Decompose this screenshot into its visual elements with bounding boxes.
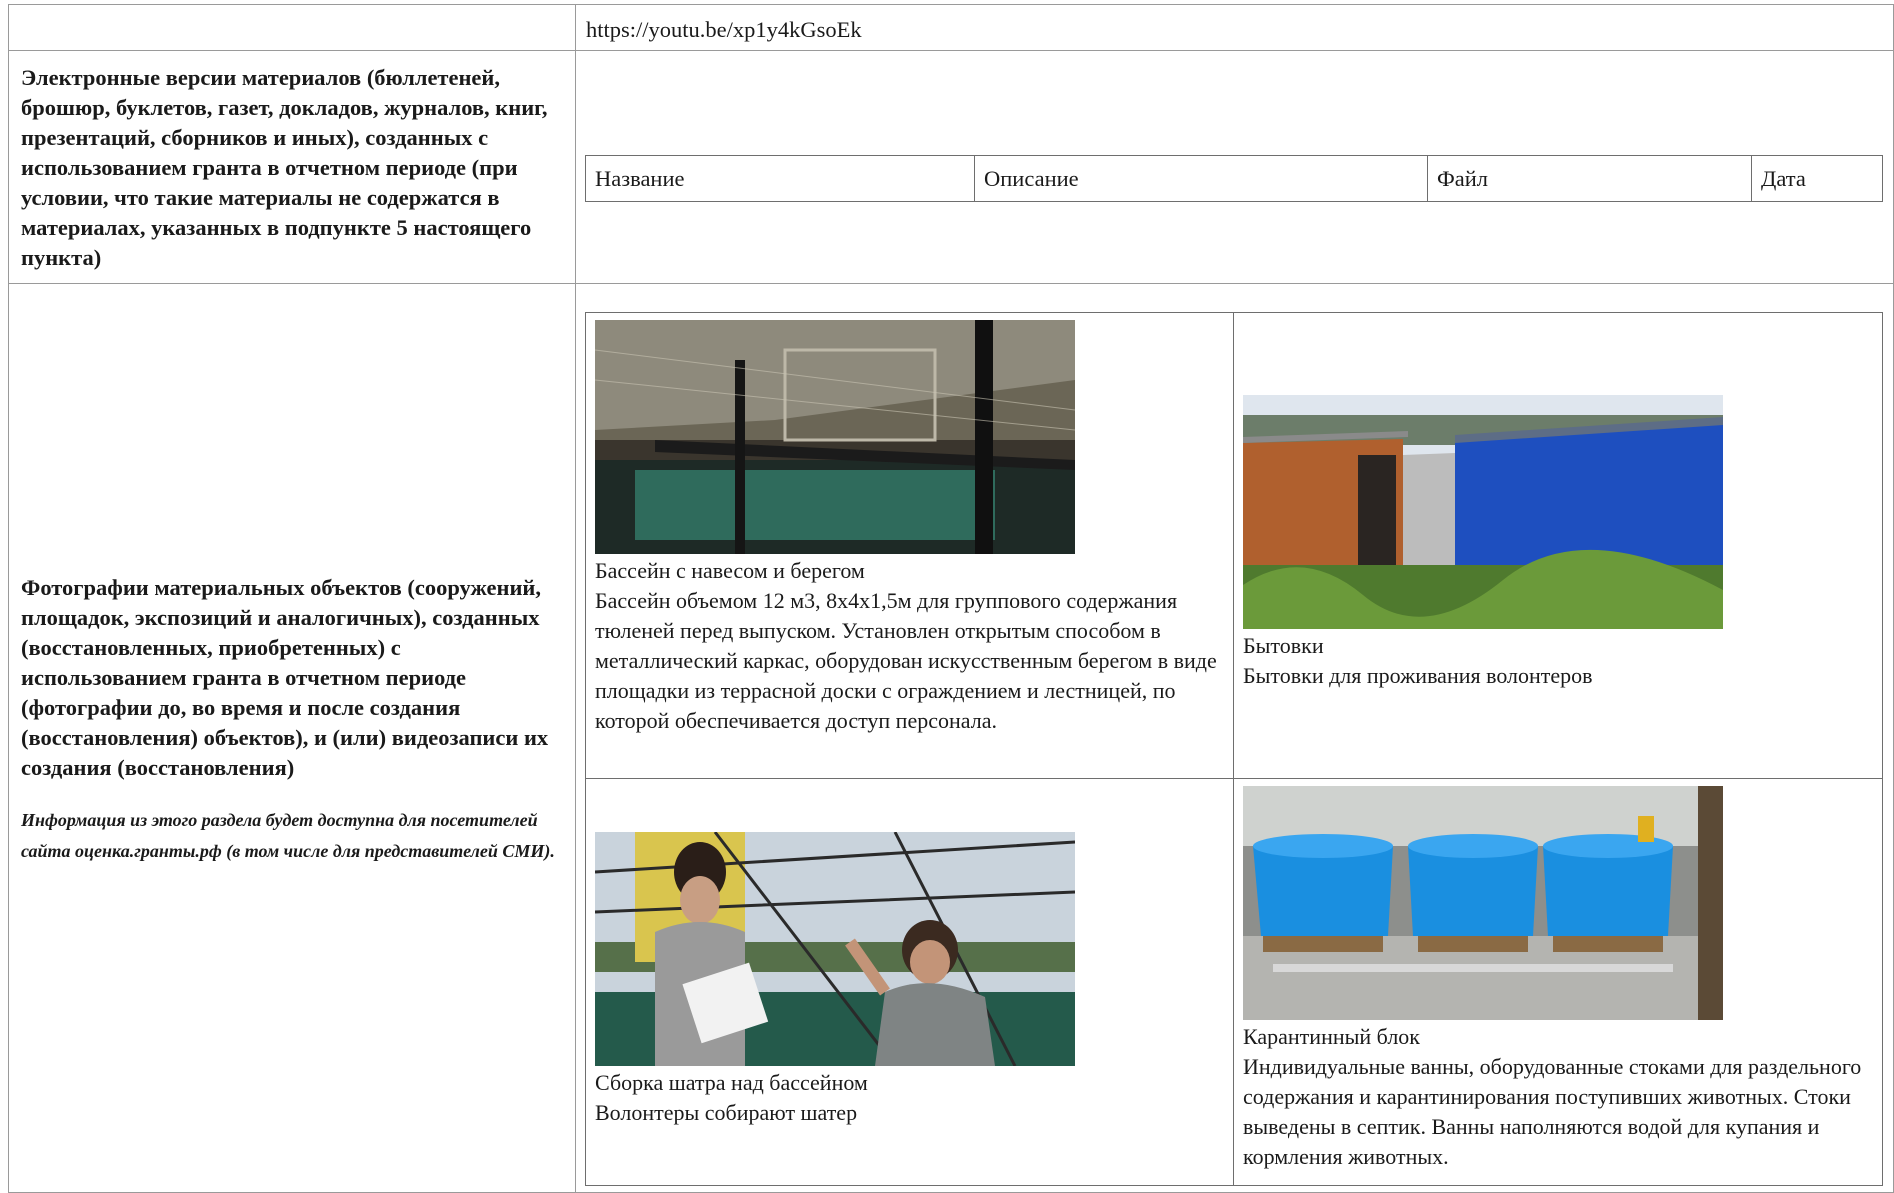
photo-card: Бытовки Бытовки для проживания волонтеро… bbox=[1234, 313, 1882, 779]
photo-gallery: Бассейн с навесом и берегом Бассейн объе… bbox=[585, 312, 1883, 1186]
column-file: Файл bbox=[1427, 155, 1752, 202]
photo-title: Карантинный блок bbox=[1243, 1024, 1420, 1049]
photos-label-cell: Фотографии материальных объектов (сооруж… bbox=[8, 283, 576, 1193]
photo-caption: Карантинный блок Индивидуальные ванны, о… bbox=[1243, 1022, 1874, 1172]
photos-label: Фотографии материальных объектов (сооруж… bbox=[21, 575, 549, 780]
video-link[interactable]: https://youtu.be/xp1y4kGsoEk bbox=[586, 17, 862, 43]
photo-card: Карантинный блок Индивидуальные ванны, о… bbox=[1234, 779, 1882, 1185]
column-date: Дата bbox=[1751, 155, 1883, 202]
column-description: Описание bbox=[974, 155, 1428, 202]
materials-table: Название Описание Файл Дата bbox=[585, 155, 1883, 202]
photo-description: Индивидуальные ванны, оборудованные сток… bbox=[1243, 1054, 1862, 1169]
photo-card: Сборка шатра над бассейном Волонтеры соб… bbox=[586, 779, 1234, 1185]
photo-card: Бассейн с навесом и берегом Бассейн объе… bbox=[586, 313, 1234, 779]
materials-table-cell: Название Описание Файл Дата bbox=[575, 50, 1894, 284]
photo-description: Волонтеры собирают шатер bbox=[595, 1100, 858, 1125]
photos-cell: Бассейн с навесом и берегом Бассейн объе… bbox=[575, 283, 1894, 1193]
materials-label: Электронные версии материалов (бюллетене… bbox=[21, 65, 548, 270]
materials-header-row: Название Описание Файл Дата bbox=[585, 155, 1883, 202]
photo-title: Бассейн с навесом и берегом bbox=[595, 558, 865, 583]
pool-with-canopy-photo[interactable] bbox=[595, 320, 1075, 554]
photo-description: Бассейн объемом 12 м3, 8х4х1,5м для груп… bbox=[595, 588, 1217, 733]
cabins-photo[interactable] bbox=[1243, 395, 1723, 629]
report-table: https://youtu.be/xp1y4kGsoEk Электронные… bbox=[8, 4, 1894, 1193]
photo-title: Бытовки bbox=[1243, 633, 1324, 658]
column-name: Название bbox=[585, 155, 975, 202]
quarantine-tubs-photo[interactable] bbox=[1243, 786, 1723, 1020]
photo-caption: Бытовки Бытовки для проживания волонтеро… bbox=[1243, 631, 1874, 691]
photo-caption: Сборка шатра над бассейном Волонтеры соб… bbox=[595, 1068, 1225, 1128]
video-link-cell: https://youtu.be/xp1y4kGsoEk bbox=[575, 4, 1894, 51]
tent-assembly-photo[interactable] bbox=[595, 832, 1075, 1066]
materials-label-cell: Электронные версии материалов (бюллетене… bbox=[8, 50, 576, 284]
photo-caption: Бассейн с навесом и берегом Бассейн объе… bbox=[595, 556, 1225, 736]
video-label-cell bbox=[8, 4, 576, 51]
photo-title: Сборка шатра над бассейном bbox=[595, 1070, 868, 1095]
photos-note: Информация из этого раздела будет доступ… bbox=[21, 810, 555, 861]
photo-description: Бытовки для проживания волонтеров bbox=[1243, 663, 1593, 688]
